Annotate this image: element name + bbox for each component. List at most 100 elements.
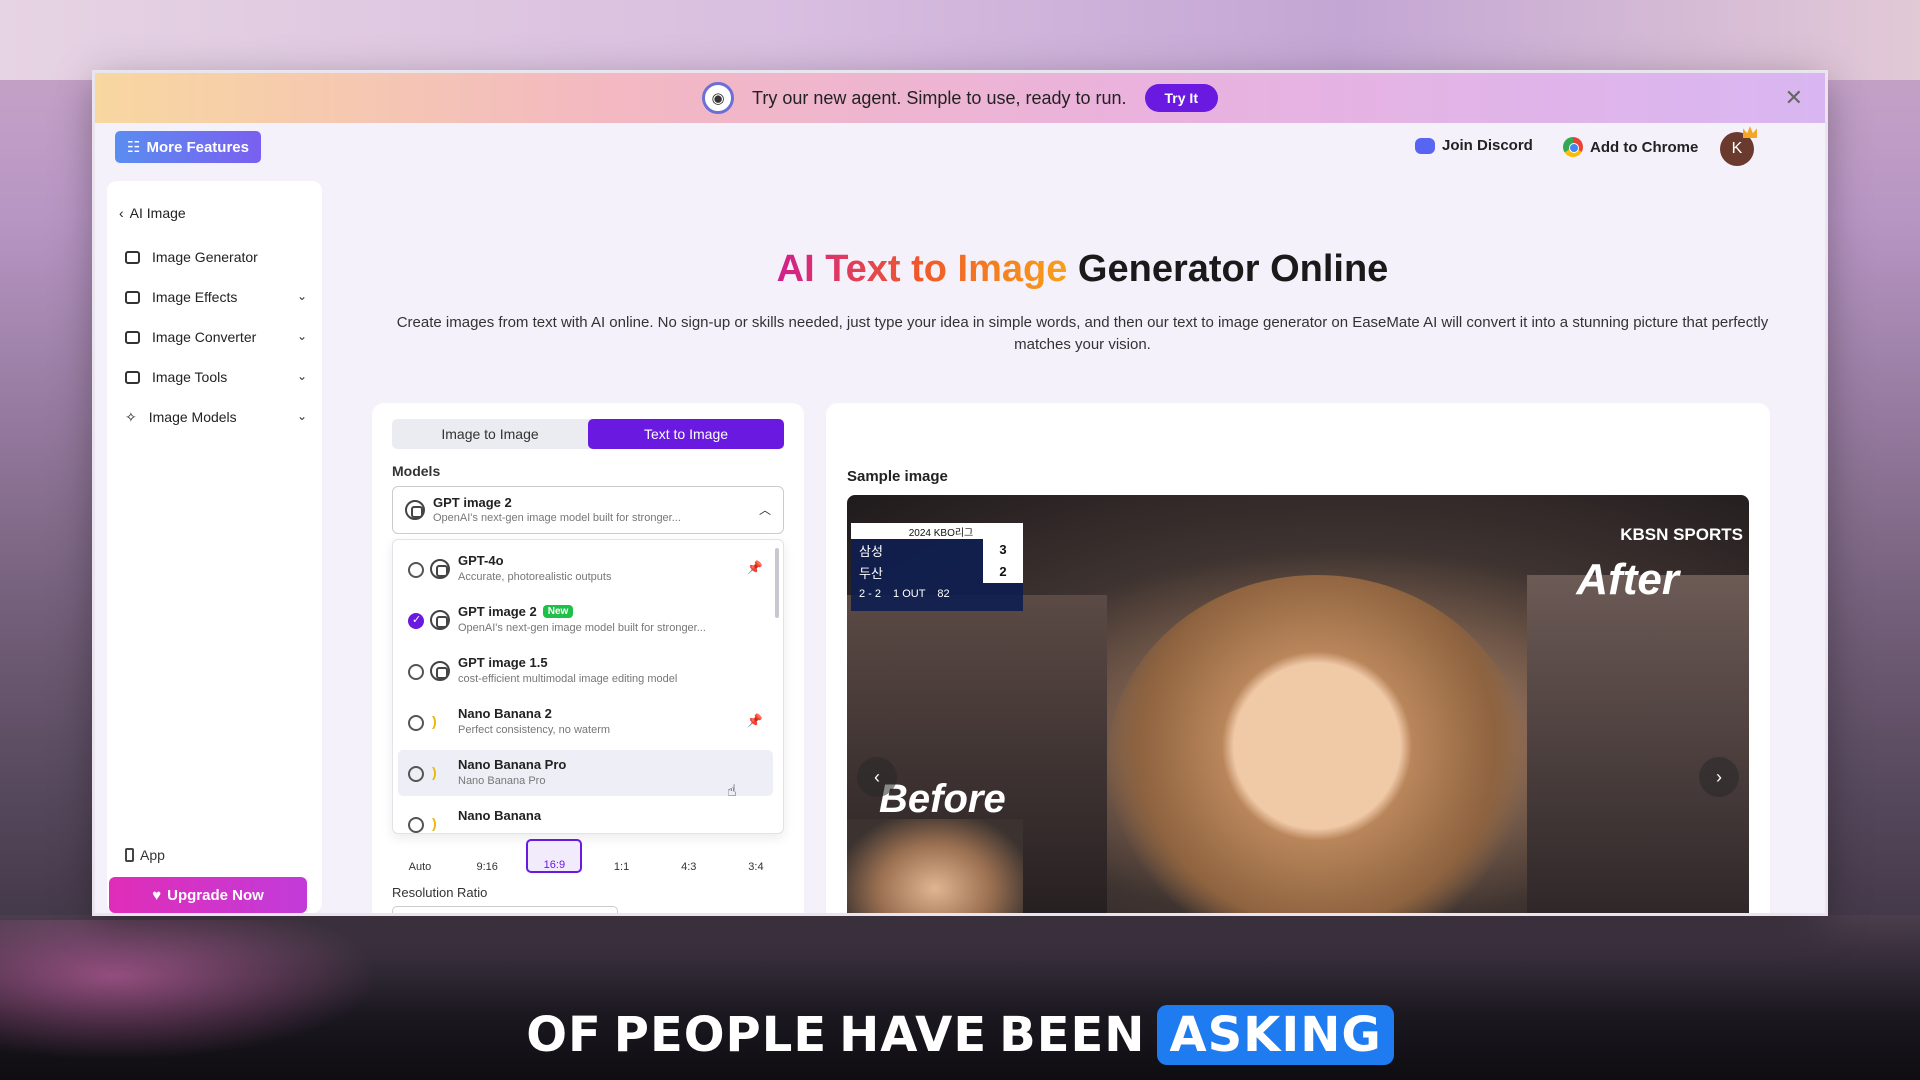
selected-model-desc: OpenAI's next-gen image model built for … — [433, 512, 681, 524]
scoreboard-title: 2024 KBO리그 — [851, 523, 1023, 539]
image-icon — [125, 250, 140, 264]
radio-button-checked[interactable] — [408, 613, 424, 629]
video-caption: OF PEOPLE HAVE BEEN ASKING — [0, 1000, 1920, 1070]
phone-icon — [125, 848, 134, 862]
sidebar-item-image-generator[interactable]: Image Generator — [125, 243, 307, 271]
sidebar-item-label: Image Converter — [152, 329, 257, 345]
openai-icon — [430, 661, 450, 681]
page-description: Create images from text with AI online. … — [396, 314, 1769, 353]
scoreboard-count: 2 - 21 OUT 82 — [859, 588, 950, 600]
new-badge: New — [542, 605, 574, 618]
sidebar: ‹ AI Image Image Generator Image Effects… — [107, 181, 322, 913]
tab-text-to-image[interactable]: Text to Image — [588, 419, 784, 449]
model-desc: Accurate, photorealistic outputs — [458, 571, 612, 583]
sample-image: 2024 KBO리그 삼성 3 두산 2 2 - 21 OUT 82 KBSN SPO… — [847, 495, 1749, 913]
caption-highlight-word: ASKING — [1157, 1005, 1394, 1065]
scrollbar[interactable] — [775, 548, 779, 618]
model-option-gpt-image-1-5[interactable]: GPT image 1.5 cost-efficient multimodal … — [398, 648, 773, 694]
chevron-down-icon: ⌄ — [296, 289, 307, 303]
ratio-16-9[interactable]: 16:9 — [526, 839, 583, 873]
broadcaster-logo: KBSN SPORTS — [1620, 525, 1743, 544]
banana-icon: ) — [432, 713, 437, 729]
more-features-label: More Features — [146, 138, 249, 156]
openai-icon — [430, 610, 450, 630]
radio-button[interactable] — [408, 715, 424, 731]
banner-text: Try our new agent. Simple to use, ready … — [752, 87, 1127, 108]
ratio-1-1[interactable]: 1:1 — [594, 839, 650, 873]
model-option-gpt-image-2[interactable]: GPT image 2New OpenAI's next-gen image m… — [398, 597, 773, 643]
ratio-auto[interactable]: Auto — [392, 839, 448, 873]
grid-icon: ☷ — [127, 139, 141, 156]
sidebar-item-image-tools[interactable]: Image Tools ⌄ — [125, 363, 307, 391]
model-desc: Perfect consistency, no waterm — [458, 724, 611, 736]
pin-icon[interactable]: 📌 — [747, 560, 763, 576]
page-title: AI Text to Image Generator Online — [395, 248, 1770, 291]
upgrade-label: Upgrade Now — [167, 886, 264, 904]
pin-icon[interactable]: 📌 — [747, 713, 763, 729]
crowd-right — [1527, 575, 1749, 913]
resolution-select[interactable]: 1K — [392, 906, 618, 913]
models-label: Models — [392, 463, 441, 479]
add-to-chrome-label: Add to Chrome — [1590, 138, 1699, 156]
eye-mascot-icon: ◉ — [702, 82, 734, 114]
radio-button[interactable] — [408, 562, 424, 578]
chevron-down-icon: ⌄ — [296, 369, 307, 383]
tab-image-to-image[interactable]: Image to Image — [392, 419, 588, 449]
model-name: Nano Banana Pro — [458, 757, 567, 772]
banana-icon: ) — [432, 815, 437, 831]
openai-icon — [430, 559, 450, 579]
discord-icon — [1415, 137, 1435, 154]
radio-button[interactable] — [408, 766, 424, 782]
app-link[interactable]: App — [125, 847, 165, 863]
sidebar-item-image-models[interactable]: ✧ Image Models ⌄ — [125, 403, 307, 431]
promo-banner: ◉ Try our new agent. Simple to use, read… — [95, 73, 1825, 123]
add-to-chrome-link[interactable]: Add to Chrome — [1563, 137, 1698, 157]
back-label: AI Image — [129, 205, 186, 221]
close-icon[interactable]: ✕ — [1785, 85, 1803, 111]
model-select[interactable]: GPT image 2 OpenAI's next-gen image mode… — [392, 486, 784, 534]
model-option-nano-banana[interactable]: ) Nano Banana — [398, 801, 773, 833]
more-features-button[interactable]: ☷ More Features — [115, 131, 261, 163]
browser-window: ◉ Try our new agent. Simple to use, read… — [95, 73, 1825, 913]
ratio-4-3[interactable]: 4:3 — [661, 839, 717, 873]
caption-word: HAVE — [839, 1007, 988, 1063]
caption-word: OF — [526, 1007, 602, 1063]
sample-panel: Sample image 2024 KBO리그 삼성 3 두산 2 2 - 21 O… — [826, 403, 1770, 913]
chevron-left-icon: ‹ — [119, 205, 124, 221]
upgrade-now-button[interactable]: ♥ Upgrade Now — [109, 877, 307, 913]
title-rest: Generator Online — [1067, 248, 1389, 290]
model-name: GPT image 1.5 — [458, 655, 548, 670]
model-option-nano-banana-2[interactable]: ) Nano Banana 2 Perfect consistency, no … — [398, 699, 773, 745]
back-link[interactable]: ‹ AI Image — [119, 205, 186, 221]
heart-icon: ♥ — [152, 886, 162, 904]
try-it-button[interactable]: Try It — [1144, 84, 1218, 112]
caption-word: BEEN — [999, 1007, 1146, 1063]
model-name: Nano Banana 2 — [458, 706, 552, 721]
background-top — [0, 0, 1920, 80]
sidebar-item-label: Image Effects — [152, 289, 238, 305]
sidebar-item-image-effects[interactable]: Image Effects ⌄ — [125, 283, 307, 311]
ratio-9-16[interactable]: 9:16 — [459, 839, 515, 873]
scoreboard-team1: 삼성 3 — [851, 539, 1023, 561]
model-name: GPT-4o — [458, 553, 504, 568]
model-name: GPT image 2 New — [458, 604, 574, 619]
join-discord-link[interactable]: Join Discord — [1415, 137, 1533, 154]
model-desc: Nano Banana Pro — [458, 775, 546, 787]
model-desc: cost-efficient multimodal image editing … — [458, 673, 678, 685]
next-image-button[interactable]: › — [1699, 757, 1739, 797]
after-label: After — [1576, 555, 1679, 604]
before-thumbnail — [847, 819, 1023, 913]
model-option-nano-banana-pro[interactable]: ) Nano Banana Pro Nano Banana Pro — [398, 750, 773, 796]
previous-image-button[interactable]: ‹ — [857, 757, 897, 797]
model-dropdown-list: GPT-4o Accurate, photorealistic outputs … — [392, 539, 784, 834]
app-label: App — [140, 847, 165, 863]
mode-tabs: Image to Image Text to Image — [392, 419, 784, 449]
radio-button[interactable] — [408, 817, 424, 833]
ratio-3-4[interactable]: 3:4 — [728, 839, 784, 873]
radio-button[interactable] — [408, 664, 424, 680]
toolbox-icon — [125, 370, 140, 384]
top-header: ☷ More Features Join Discord Add to Chro… — [95, 123, 1825, 175]
sidebar-item-image-converter[interactable]: Image Converter ⌄ — [125, 323, 307, 351]
crown-icon — [1743, 126, 1757, 138]
model-option-gpt-4o[interactable]: GPT-4o Accurate, photorealistic outputs … — [398, 546, 773, 592]
